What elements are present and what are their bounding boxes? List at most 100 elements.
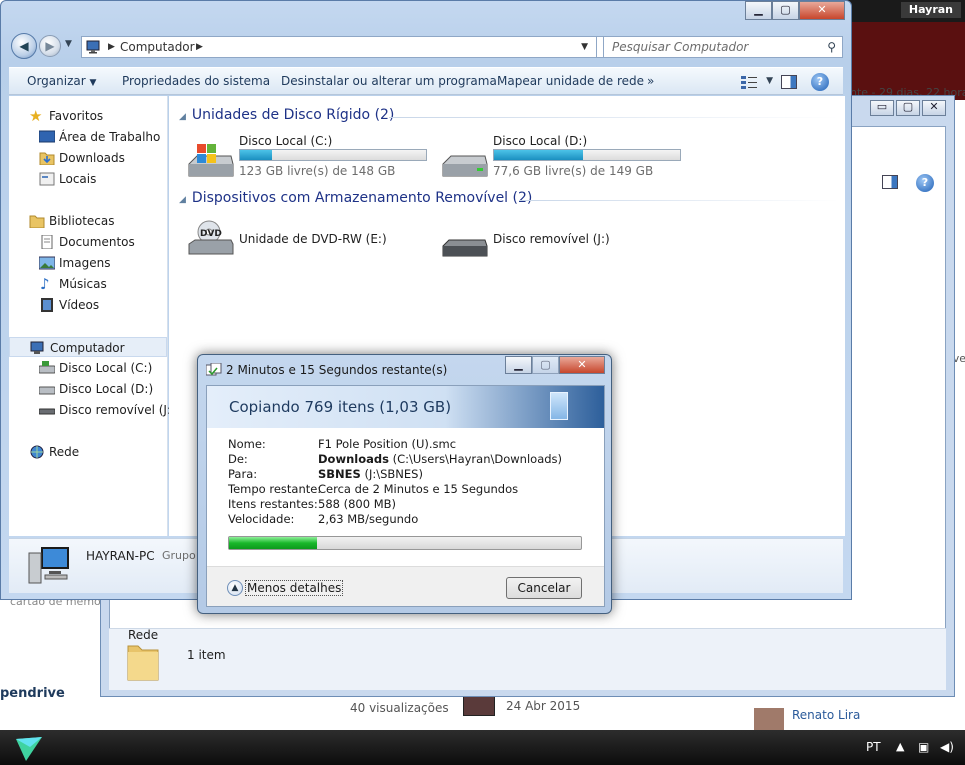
address-dropdown-icon[interactable]: ▼ <box>581 42 588 52</box>
cancel-button[interactable]: Cancelar <box>506 577 582 599</box>
nav-network-label: Rede <box>49 445 80 459</box>
value-to[interactable]: SBNES (J:\SBNES) <box>318 467 423 481</box>
drive-c-name: Disco Local (C:) <box>239 134 333 148</box>
documents-icon <box>41 235 53 249</box>
search-input[interactable]: Pesquisar Computador ⚲ <box>603 36 843 58</box>
collapse-triangle-icon[interactable]: ◢ <box>179 195 186 205</box>
drive-d-name: Disco Local (D:) <box>493 134 588 148</box>
nav-desktop[interactable]: Área de Trabalho <box>9 127 167 147</box>
window-controls: ▁ ▢ ✕ <box>745 1 845 20</box>
preview-pane-icon[interactable] <box>882 175 898 189</box>
start-logo-icon[interactable] <box>14 733 44 763</box>
nav-pictures-label: Imagens <box>59 256 111 270</box>
nav-disk-c[interactable]: Disco Local (C:) <box>9 358 167 378</box>
drive-e-name: Unidade de DVD-RW (E:) <box>239 232 387 246</box>
navigation-pane: ★ Favoritos Área de Trabalho Downloads L… <box>9 96 176 536</box>
background-avatar[interactable] <box>754 708 784 732</box>
drive-j-name: Disco removível (J:) <box>493 232 610 246</box>
drive-d-usage-fill <box>494 150 584 160</box>
nav-pictures[interactable]: Imagens <box>9 253 167 273</box>
videos-icon <box>41 298 53 312</box>
chevron-right-icon[interactable]: ▶ <box>108 42 115 52</box>
view-dropdown-icon[interactable]: ▼ <box>766 76 773 86</box>
nav-places[interactable]: Locais <box>9 169 167 189</box>
drive-d-usage-bar <box>493 149 681 161</box>
group-header-removable-label: Dispositivos com Armazenamento Removível… <box>191 190 533 206</box>
nav-libraries[interactable]: Bibliotecas <box>9 211 167 231</box>
chevron-up-icon[interactable]: ▲ <box>227 580 243 596</box>
dialog-footer: ▲ Menos detalhes Cancelar <box>207 566 604 606</box>
nav-downloads[interactable]: Downloads <box>9 148 167 168</box>
more-commands-button[interactable]: » <box>647 74 654 88</box>
collapse-triangle-icon[interactable]: ◢ <box>179 112 186 122</box>
language-indicator[interactable]: PT <box>866 740 881 754</box>
nav-disk-d[interactable]: Disco Local (D:) <box>9 379 167 399</box>
value-from-path: (C:\Users\Hayran\Downloads) <box>388 452 563 466</box>
nav-computer-label: Computador <box>50 341 125 355</box>
uninstall-program-button[interactable]: Desinstalar ou alterar um programa <box>281 74 497 88</box>
music-icon: ♪ <box>40 275 50 293</box>
value-items-left: 588 (800 MB) <box>318 497 396 511</box>
nav-computer[interactable]: Computador <box>9 337 167 357</box>
preview-pane-icon[interactable] <box>781 75 797 89</box>
background-details-pane <box>109 628 946 690</box>
nav-music[interactable]: ♪ Músicas <box>9 274 167 294</box>
help-icon[interactable]: ? <box>916 174 934 192</box>
change-view-icon[interactable] <box>741 75 757 89</box>
copy-progress-fill <box>229 537 317 549</box>
background-user-label[interactable]: Hayran <box>900 2 961 18</box>
address-location[interactable]: Computador <box>120 40 195 54</box>
value-from[interactable]: Downloads (C:\Users\Hayran\Downloads) <box>318 452 562 466</box>
maximize-button[interactable]: ▢ <box>772 1 799 20</box>
nav-libraries-label: Bibliotecas <box>49 214 115 228</box>
dialog-window-controls: ▁ ▢ ✕ <box>505 356 605 374</box>
history-dropdown-icon[interactable]: ▼ <box>65 39 72 49</box>
minimize-button[interactable]: ▁ <box>745 1 772 20</box>
chevron-down-icon: ▼ <box>89 78 97 88</box>
chevron-right-icon[interactable]: ▶ <box>196 42 203 52</box>
nav-videos[interactable]: Vídeos <box>9 295 167 315</box>
network-tray-icon[interactable]: ▣ <box>918 740 929 754</box>
value-time-left: Cerca de 2 Minutos e 15 Segundos <box>318 482 519 496</box>
drive-c-usage-bar <box>239 149 427 161</box>
nav-favorites[interactable]: ★ Favoritos <box>9 106 167 126</box>
map-network-drive-button[interactable]: Mapear unidade de rede <box>497 74 644 88</box>
system-properties-button[interactable]: Propriedades do sistema <box>122 74 270 88</box>
removable-drive-icon <box>39 408 55 415</box>
organize-button[interactable]: Organizar ▼ <box>27 74 96 88</box>
organize-label: Organizar <box>27 74 86 88</box>
libraries-icon <box>29 215 45 228</box>
nav-removable-j[interactable]: Disco removível (J:) <box>9 400 176 420</box>
background-heading[interactable]: pendrive <box>0 686 65 701</box>
help-icon[interactable]: ? <box>811 73 829 91</box>
close-icon[interactable]: ✕ <box>922 100 946 116</box>
search-icon[interactable]: ⚲ <box>827 40 836 54</box>
label-name: Nome: <box>228 437 266 451</box>
less-details-button[interactable]: Menos detalhes <box>245 580 344 596</box>
tray-expand-icon[interactable]: ▲ <box>896 740 904 753</box>
desktop-icon <box>39 130 55 143</box>
value-to-folder: SBNES <box>318 467 361 481</box>
removable-drive-icon <box>442 239 488 257</box>
nav-network[interactable]: Rede <box>9 442 167 462</box>
value-speed: 2,63 MB/segundo <box>318 512 419 526</box>
dialog-title: 2 Minutos e 15 Segundos restante(s) <box>226 363 448 377</box>
copy-progress-bar <box>228 536 582 550</box>
close-button[interactable]: ✕ <box>559 356 605 374</box>
drive-c-free-space: 123 GB livre(s) de 148 GB <box>239 164 396 178</box>
dialog-body: Copiando 769 itens (1,03 GB) Nome: F1 Po… <box>206 385 605 607</box>
group-header-removable[interactable]: ◢ Dispositivos com Armazenamento Removíve… <box>179 190 532 206</box>
minimize-icon[interactable]: ▭ <box>870 100 894 116</box>
forward-button[interactable]: ▶ <box>39 35 61 57</box>
group-header-hdd[interactable]: ◢ Unidades de Disco Rígido (2) <box>179 107 394 123</box>
minimize-button[interactable]: ▁ <box>505 356 532 374</box>
nav-documents[interactable]: Documentos <box>9 232 167 252</box>
volume-icon[interactable]: ◀) <box>940 740 954 754</box>
maximize-icon[interactable]: ▢ <box>896 100 920 116</box>
back-button[interactable]: ◀ <box>11 33 37 59</box>
background-author[interactable]: Renato Lira <box>792 708 860 722</box>
close-button[interactable]: ✕ <box>799 1 845 20</box>
address-bar[interactable]: ▶ Computador ▶ ▼ ✕ <box>81 36 618 58</box>
copy-progress-dialog[interactable]: 2 Minutos e 15 Segundos restante(s) ▁ ▢ … <box>197 354 612 614</box>
computer-icon <box>30 341 44 354</box>
